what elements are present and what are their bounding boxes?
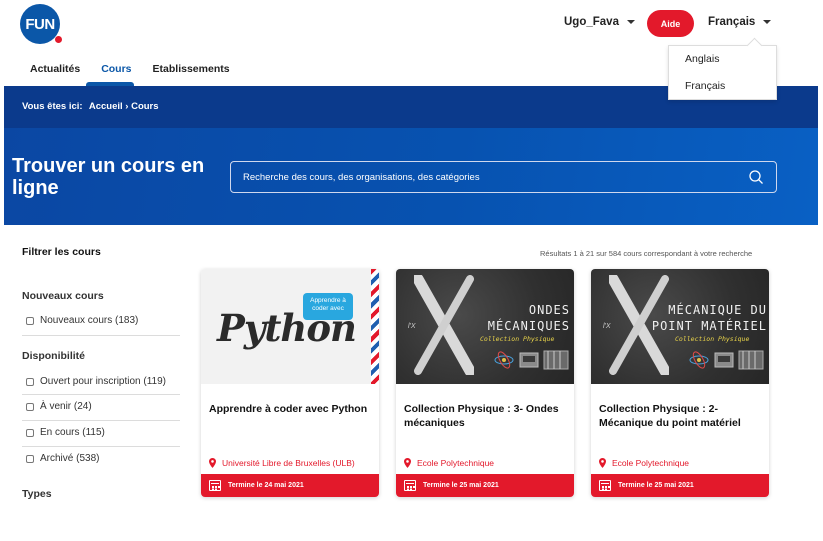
course-organization: Ecole Polytechnique: [599, 458, 689, 468]
language-option-francais[interactable]: Français: [685, 80, 725, 92]
breadcrumb-path[interactable]: Accueil › Cours: [89, 101, 159, 112]
language-option-anglais[interactable]: Anglais: [685, 53, 719, 65]
filter-group-nouveaux: Nouveaux cours: [22, 290, 104, 302]
checkbox[interactable]: [26, 428, 34, 437]
nav-item-etablissements[interactable]: Etablissements: [153, 63, 230, 75]
hero-banner: Trouver un cours en ligne: [4, 128, 818, 225]
filter-a-venir[interactable]: À venir (24): [26, 401, 92, 412]
calendar-icon: [209, 480, 221, 491]
search-input[interactable]: [243, 162, 733, 192]
filter-group-types: Types: [22, 488, 52, 500]
filter-label: À venir (24): [40, 401, 92, 412]
divider: [22, 446, 180, 447]
physics-instruments-icon: [689, 350, 764, 370]
course-card[interactable]: l'X MÉCANIQUE DU POINT MATÉRIEL Collecti…: [591, 269, 769, 497]
filter-label: Nouveaux cours (183): [40, 315, 139, 326]
checkbox[interactable]: [26, 402, 34, 411]
course-card[interactable]: Python Apprendre à coder avec Apprendre …: [201, 269, 379, 497]
airmail-stripes: [371, 269, 379, 384]
image-title-line1: ONDES: [528, 303, 570, 317]
filter-en-cours[interactable]: En cours (115): [26, 427, 105, 438]
course-title[interactable]: Collection Physique : 3- Ondes mécanique…: [404, 402, 566, 430]
chevron-down-icon: [763, 20, 772, 24]
chevron-down-icon: [626, 20, 635, 24]
course-image: l'X ONDES MÉCANIQUES Collection Physique: [396, 269, 574, 384]
filter-nouveaux-cours[interactable]: Nouveaux cours (183): [26, 315, 138, 326]
end-date-text: Termine le 24 mai 2021: [228, 482, 304, 489]
checkbox[interactable]: [26, 316, 34, 325]
course-title[interactable]: Collection Physique : 2- Mécanique du po…: [599, 402, 761, 430]
search-box: [230, 161, 777, 193]
image-letter: l'X: [603, 323, 611, 330]
location-pin-icon: [599, 458, 606, 468]
divider: [22, 420, 180, 421]
filter-label: En cours (115): [40, 427, 105, 438]
user-menu[interactable]: Ugo_Fava: [564, 16, 635, 28]
course-end-date: Termine le 25 mai 2021: [396, 474, 574, 497]
language-dropdown: Anglais Français: [668, 45, 777, 100]
page-title: Trouver un cours en ligne: [12, 155, 205, 199]
checkbox[interactable]: [26, 377, 34, 386]
help-button[interactable]: Aide: [647, 10, 694, 37]
main-nav: Actualités Cours Etablissements: [30, 63, 251, 75]
location-pin-icon: [209, 458, 216, 468]
location-pin-icon: [404, 458, 411, 468]
divider: [22, 335, 180, 336]
course-end-date: Termine le 25 mai 2021: [591, 474, 769, 497]
filter-ouvert[interactable]: Ouvert pour inscription (119): [26, 376, 166, 387]
breadcrumb-prefix: Vous êtes ici:: [22, 101, 83, 112]
course-card[interactable]: l'X ONDES MÉCANIQUES Collection Physique…: [396, 269, 574, 497]
end-date-text: Termine le 25 mai 2021: [618, 482, 694, 489]
divider: [22, 394, 180, 395]
checkbox[interactable]: [26, 454, 34, 463]
course-image: Python Apprendre à coder avec: [201, 269, 379, 384]
logo-dot: [55, 36, 62, 43]
image-subtitle: Collection Physique: [480, 335, 555, 343]
language-current: Français: [708, 16, 756, 28]
course-end-date: Termine le 24 mai 2021: [201, 474, 379, 497]
calendar-icon: [599, 480, 611, 491]
course-organization: Ecole Polytechnique: [404, 458, 494, 468]
nav-item-actualites[interactable]: Actualités: [30, 63, 80, 75]
search-icon[interactable]: [748, 169, 764, 185]
filter-label: Archivé (538): [40, 453, 100, 464]
organization-name: Ecole Polytechnique: [417, 458, 495, 468]
end-date-text: Termine le 25 mai 2021: [423, 482, 499, 489]
language-menu[interactable]: Français: [708, 16, 772, 28]
course-organization: Université Libre de Bruxelles (ULB): [209, 458, 355, 468]
user-name: Ugo_Fava: [564, 16, 619, 28]
filters-title: Filtrer les cours: [22, 246, 101, 258]
image-title-line2: MÉCANIQUES: [487, 319, 570, 333]
fun-logo[interactable]: FUN: [20, 4, 60, 44]
physics-instruments-icon: [494, 350, 569, 370]
calendar-icon: [404, 480, 416, 491]
image-title-line1: MÉCANIQUE DU: [668, 303, 767, 317]
course-title[interactable]: Apprendre à coder avec Python: [209, 402, 371, 416]
course-image: l'X MÉCANIQUE DU POINT MATÉRIEL Collecti…: [591, 269, 769, 384]
image-letter: l'X: [408, 323, 416, 330]
image-title-line2: POINT MATÉRIEL: [651, 319, 767, 333]
filter-archive[interactable]: Archivé (538): [26, 453, 99, 464]
organization-name: Ecole Polytechnique: [612, 458, 690, 468]
x-logo-icon: [414, 275, 474, 375]
filter-group-disponibilite: Disponibilité: [22, 350, 85, 362]
nav-item-cours[interactable]: Cours: [101, 63, 131, 75]
organization-name: Université Libre de Bruxelles (ULB): [222, 458, 355, 468]
results-count: Résultats 1 à 21 sur 584 cours correspon…: [540, 249, 753, 258]
logo-text: FUN: [25, 15, 55, 33]
image-subtitle: Collection Physique: [675, 335, 750, 343]
filter-label: Ouvert pour inscription (119): [40, 376, 166, 387]
image-bubble: Apprendre à coder avec: [303, 293, 353, 320]
